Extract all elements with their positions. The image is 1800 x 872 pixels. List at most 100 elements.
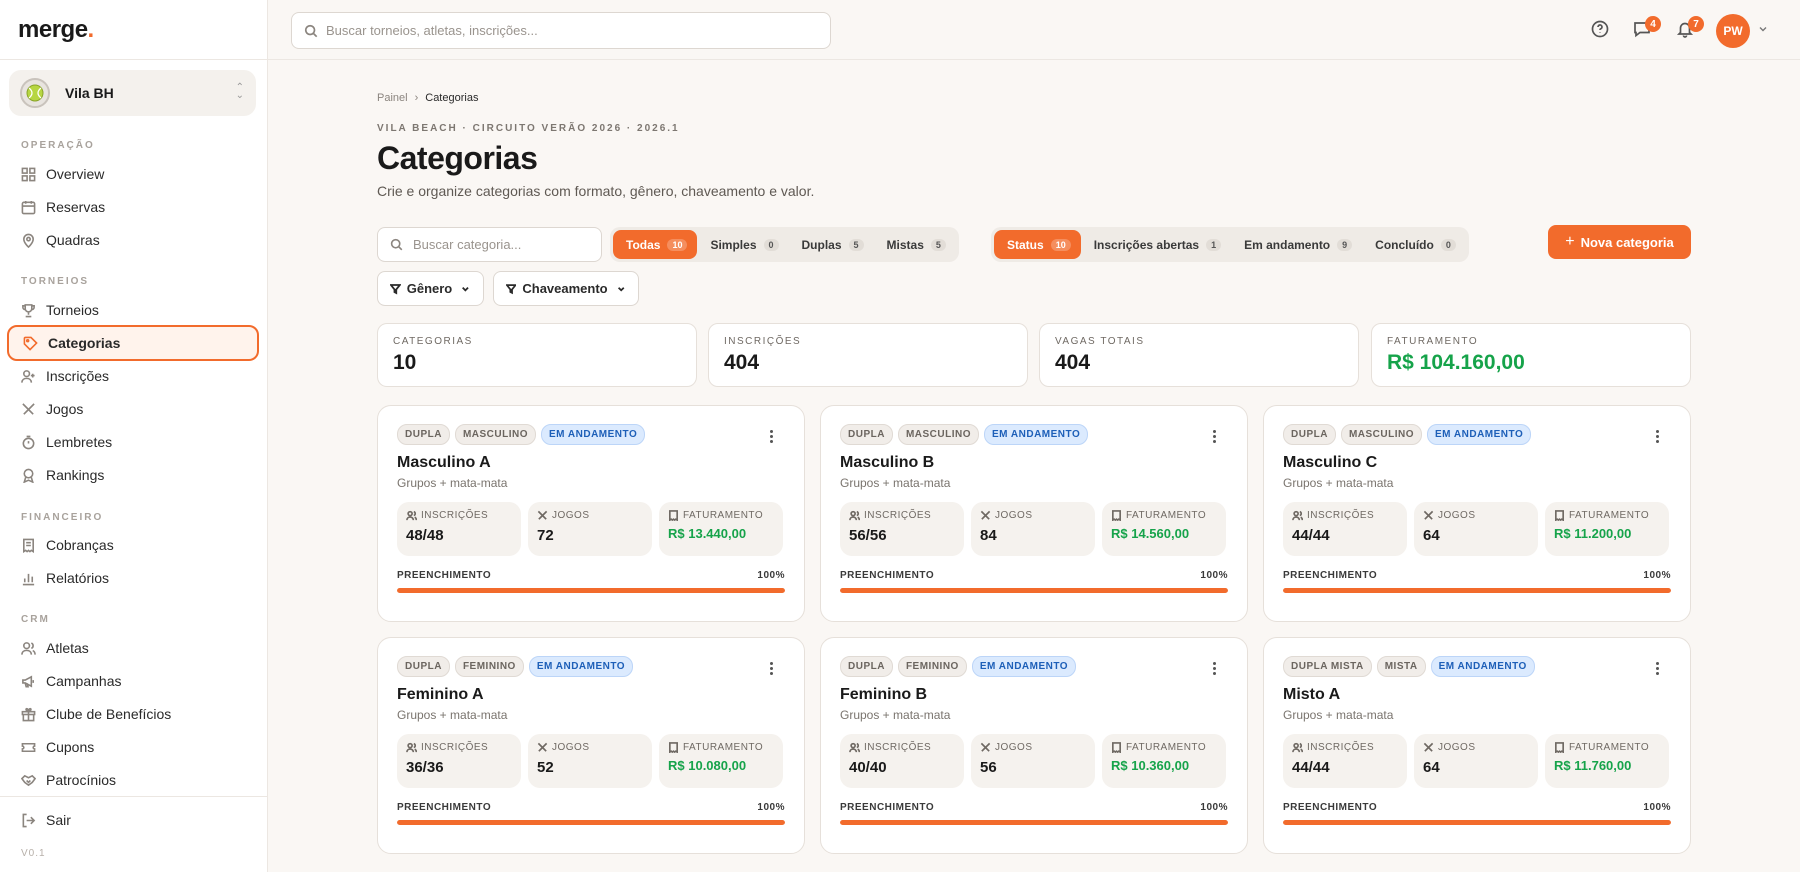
stat-vagas-totais: VAGAS TOTAIS 404 [1039, 323, 1359, 387]
help-circle-icon [1591, 20, 1609, 38]
sidebar-item-clube[interactable]: Clube de Benefícios [7, 696, 259, 732]
filter-status[interactable]: Status 10 [994, 230, 1081, 259]
status-badge: EM ANDAMENTO [1427, 424, 1532, 445]
fill-progress-bar [397, 588, 785, 593]
filter-mistas[interactable]: Mistas 5 [874, 230, 956, 259]
filter-duplas[interactable]: Duplas 5 [789, 230, 874, 259]
status-badge: EM ANDAMENTO [528, 656, 634, 677]
sidebar-item-label: Overview [46, 166, 105, 182]
metric-jogos: JOGOS 64 [1414, 502, 1538, 556]
filter-concluido[interactable]: Concluído 0 [1362, 230, 1466, 259]
more-options-icon[interactable] [770, 430, 774, 445]
sidebar-item-label: Lembretes [46, 434, 113, 450]
card-tags: DUPLA MASCULINO EM ANDAMENTO [397, 424, 785, 445]
gender-dropdown[interactable]: Gênero [377, 271, 484, 306]
fill-progress-bar [840, 588, 1228, 593]
page-title: Categorias [377, 140, 538, 176]
sidebar-item-inscricoes[interactable]: Inscrições [7, 358, 259, 394]
fill-label: PREENCHIMENTO [397, 570, 492, 581]
more-options-icon[interactable] [770, 662, 774, 677]
sidebar-item-torneios[interactable]: Torneios [7, 292, 259, 328]
filter-icon [506, 283, 517, 294]
fill-label: PREENCHIMENTO [1283, 570, 1378, 581]
filter-inscricoes-abertas[interactable]: Inscrições abertas 1 [1081, 230, 1231, 259]
sidebar-item-relatorios[interactable]: Relatórios [7, 560, 259, 596]
global-search-input[interactable]: Buscar torneios, atletas, inscrições... [291, 12, 831, 49]
sidebar-item-label: Cupons [46, 739, 95, 755]
filter-em-andamento[interactable]: Em andamento 9 [1231, 230, 1362, 259]
grid-icon [21, 167, 36, 181]
sidebar-item-quadras[interactable]: Quadras [7, 222, 259, 258]
fill-progress-value [1283, 820, 1671, 825]
fill-progress-value [840, 820, 1228, 825]
more-options-icon[interactable] [1656, 430, 1660, 445]
sidebar-item-jogos[interactable]: Jogos [7, 391, 259, 427]
receipt-icon [669, 742, 678, 753]
metric-inscricoes: INSCRIÇÕES 48/48 [397, 502, 521, 556]
logout-button[interactable]: Sair [7, 802, 259, 838]
sidebar-item-label: Patrocínios [46, 772, 117, 788]
sidebar-item-lembretes[interactable]: Lembretes [7, 424, 259, 460]
metric-faturamento: FATURAMENTO R$ 11.200,00 [1545, 502, 1669, 556]
crossed-swords-icon [537, 510, 548, 520]
card-tags: DUPLA FEMININO EM ANDAMENTO [397, 656, 785, 677]
more-options-icon[interactable] [1213, 662, 1217, 677]
user-avatar[interactable]: PW [1716, 14, 1750, 48]
chevron-down-icon [617, 286, 625, 292]
stat-categorias: CATEGORIAS 10 [377, 323, 697, 387]
receipt-icon [1555, 742, 1564, 753]
category-card-2[interactable]: DUPLA MASCULINO EM ANDAMENTO Masculino B… [820, 405, 1248, 622]
org-switcher[interactable]: Vila BH ⌃ ⌄ [9, 70, 256, 116]
metric-faturamento: FATURAMENTO R$ 13.440,00 [659, 502, 783, 556]
notifications-button[interactable]: 7 [1676, 16, 1704, 40]
chevron-down-icon[interactable] [1758, 24, 1768, 34]
card-tags: DUPLA FEMININO EM ANDAMENTO [840, 656, 1228, 677]
sidebar-item-atletas[interactable]: Atletas [7, 630, 259, 666]
category-card-4[interactable]: DUPLA FEMININO EM ANDAMENTO Feminino A G… [377, 637, 805, 854]
sidebar-item-cupons[interactable]: Cupons [7, 729, 259, 765]
sidebar-item-reservas[interactable]: Reservas [7, 189, 259, 225]
fill-percent: 100% [1643, 802, 1671, 813]
sidebar-item-label: Cobranças [46, 537, 114, 553]
sidebar-item-categorias[interactable]: Categorias [7, 325, 259, 361]
help-button[interactable] [1591, 20, 1611, 40]
filter-todas[interactable]: Todas 10 [613, 230, 698, 259]
fill-percent: 100% [1200, 802, 1228, 813]
sidebar-item-patrocinios[interactable]: Patrocínios [7, 762, 259, 798]
global-search-placeholder: Buscar torneios, atletas, inscrições... [326, 23, 538, 38]
messages-button[interactable]: 4 [1633, 16, 1661, 40]
crossed-swords-icon [22, 402, 35, 415]
card-metrics: INSCRIÇÕES 44/44 JOGOS 64 FATURAMENTO R$… [1283, 502, 1671, 556]
gift-icon [21, 707, 36, 721]
category-card-6[interactable]: DUPLA MISTA MISTA EM ANDAMENTO Misto A G… [1263, 637, 1691, 854]
category-search-input[interactable]: Buscar categoria... [377, 227, 602, 262]
sidebar-item-rankings[interactable]: Rankings [7, 457, 259, 493]
more-options-icon[interactable] [1656, 662, 1660, 677]
bracket-dropdown[interactable]: Chaveamento [493, 271, 639, 306]
format-tag: DUPLA [840, 424, 893, 445]
category-card-1[interactable]: DUPLA MASCULINO EM ANDAMENTO Masculino A… [377, 405, 805, 622]
filter-simples[interactable]: Simples 0 [697, 230, 788, 259]
format-tag: DUPLA MISTA [1283, 656, 1372, 677]
crossed-swords-icon [1423, 742, 1434, 752]
format-tag: DUPLA [397, 424, 450, 445]
new-category-button[interactable]: + Nova categoria [1548, 225, 1691, 259]
sidebar-item-campanhas[interactable]: Campanhas [7, 663, 259, 699]
sidebar-item-overview[interactable]: Overview [7, 156, 259, 192]
receipt-icon [1112, 742, 1121, 753]
card-title: Misto A [1283, 686, 1341, 703]
brand-logo[interactable]: merge. [0, 0, 267, 60]
sidebar-item-label: Jogos [46, 401, 84, 417]
fill-row: PREENCHIMENTO 100% [397, 802, 785, 813]
metric-inscricoes: INSCRIÇÕES 56/56 [840, 502, 964, 556]
stat-inscricoes: INSCRIÇÕES 404 [708, 323, 1028, 387]
sidebar-item-cobrancas[interactable]: Cobranças [7, 527, 259, 563]
card-title: Feminino B [840, 686, 928, 703]
format-tag: DUPLA [397, 656, 450, 677]
sidebar-item-label: Relatórios [46, 570, 110, 586]
category-card-3[interactable]: DUPLA MASCULINO EM ANDAMENTO Masculino C… [1263, 405, 1691, 622]
breadcrumb-root[interactable]: Painel [377, 92, 408, 104]
more-options-icon[interactable] [1213, 430, 1217, 445]
fill-row: PREENCHIMENTO 100% [840, 570, 1228, 581]
category-card-5[interactable]: DUPLA FEMININO EM ANDAMENTO Feminino B G… [820, 637, 1248, 854]
